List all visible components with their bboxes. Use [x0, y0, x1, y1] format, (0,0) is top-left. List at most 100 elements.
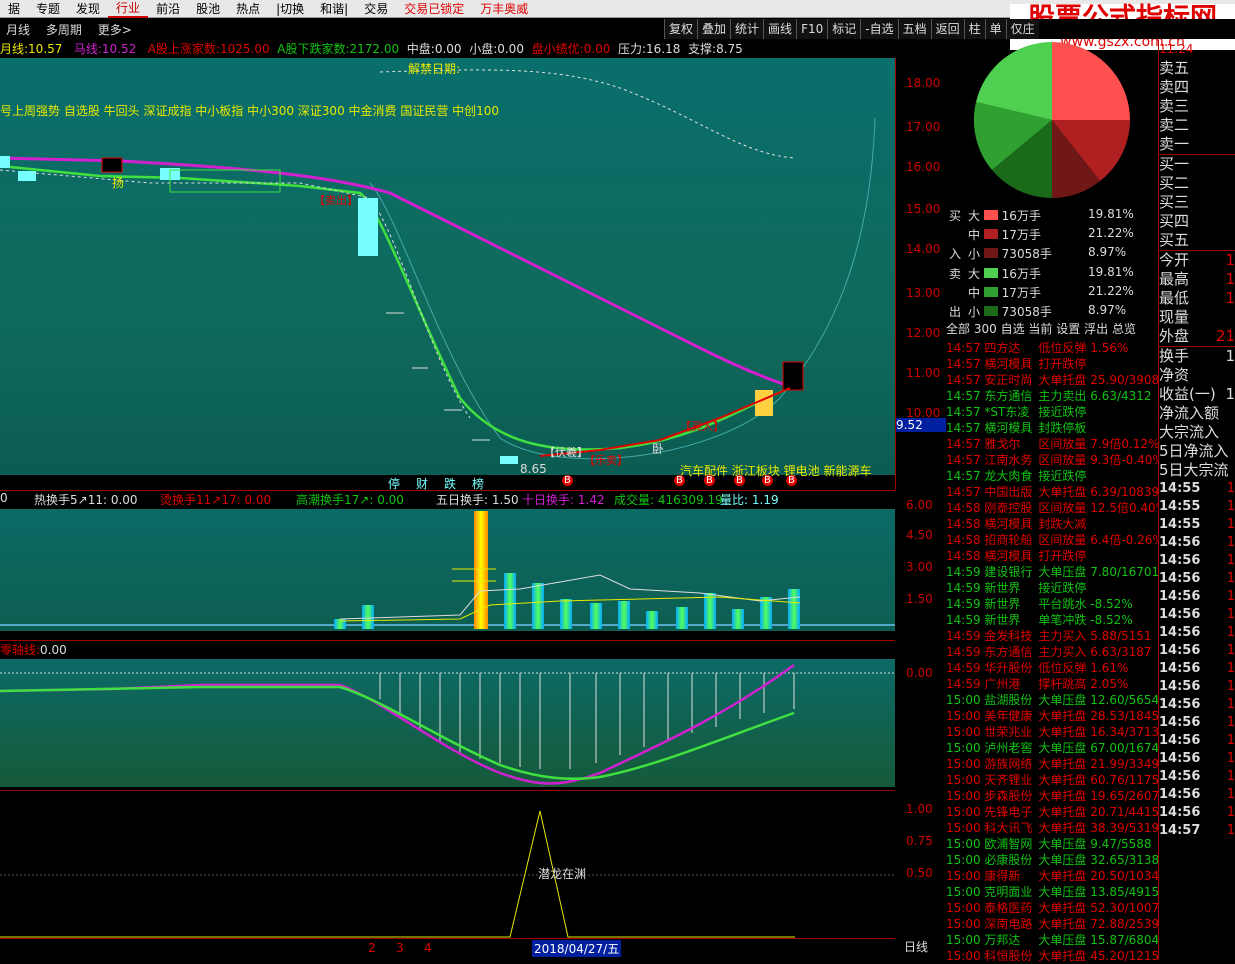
b-mark[interactable]: B — [734, 475, 745, 486]
tool-button[interactable]: F10 — [796, 19, 828, 39]
period-month-button[interactable]: 月线 — [0, 23, 36, 37]
more-button[interactable]: 更多> — [92, 23, 138, 37]
qianlong-label: 潜龙在渊 — [538, 867, 587, 881]
tab-300[interactable]: 300 — [974, 322, 997, 336]
qianlong-chart[interactable]: 潜龙在渊 — [0, 790, 895, 938]
period-label[interactable]: 日线 — [904, 938, 928, 955]
ticker-row[interactable]: 14:59 建设银行 大单压盘 7.80/16701 — [946, 564, 1158, 580]
menu-item[interactable]: 据 — [0, 0, 28, 17]
tool-button[interactable]: 仅庄 — [1005, 19, 1039, 39]
ticker-row[interactable]: 15:00 美年健康 大单托盘 28.53/1845 — [946, 708, 1158, 724]
tool-button[interactable]: 统计 — [730, 19, 764, 39]
alert-ticker[interactable]: 14:57 四方达 低位反弹 1.56% 14:57 横河模具 打开跌停 14:57 安… — [946, 340, 1158, 963]
ticker-row[interactable]: 14:58 横河模具 封跌大减 — [946, 516, 1158, 532]
tool-button[interactable]: -自选 — [860, 19, 898, 39]
menu-item[interactable]: |切换 — [268, 0, 312, 17]
tool-button[interactable]: 画线 — [763, 19, 797, 39]
ticker-row[interactable]: 14:58 刚泰控股 区间放量 12.5倍0.40% — [946, 500, 1158, 516]
ticker-row[interactable]: 15:00 克明面业 大单压盘 13.85/4915 — [946, 884, 1158, 900]
ticker-row[interactable]: 14:57 中国出版 大单托盘 6.39/10839 — [946, 484, 1158, 500]
tab-float[interactable]: 浮出 — [1084, 322, 1108, 336]
tool-button[interactable]: 五档 — [897, 19, 931, 39]
signal-le: 【乐卖】 — [584, 454, 628, 467]
menu-item[interactable]: 股池 — [188, 0, 228, 17]
zero-svg — [0, 663, 895, 785]
ticker-row[interactable]: 14:59 华升股份 低位反弹 1.61% — [946, 660, 1158, 676]
ticker-time: 14:58 — [946, 533, 981, 547]
b-mark[interactable]: B — [674, 475, 685, 486]
kline-chart[interactable]: 解禁日期: 号上周强势 自选股 牛回头 深证成指 中小板指 中小300 深证30… — [0, 58, 895, 478]
menu-item[interactable]: 和谐| — [312, 0, 356, 17]
menu-item-active[interactable]: 行业 — [108, 0, 149, 18]
ticker-row[interactable]: 14:59 广州港 撑杆跳高 2.05% — [946, 676, 1158, 692]
menu-item[interactable]: 专题 — [28, 0, 68, 17]
ticker-row[interactable]: 15:00 康得新 大单托盘 20.50/10343 — [946, 868, 1158, 884]
price-tick: 12.00 — [906, 326, 941, 340]
ticker-row[interactable]: 14:57 安正时尚 大单托盘 25.90/3908 — [946, 372, 1158, 388]
ticker-row[interactable]: 15:00 先锋电子 大单托盘 20.71/4415 — [946, 804, 1158, 820]
ticker-row[interactable]: 14:59 金发科技 主力买入 5.88/5151 — [946, 628, 1158, 644]
ticker-row[interactable]: 14:59 新世界 接近跌停 — [946, 580, 1158, 596]
ticker-time: 14:57 — [946, 437, 981, 451]
b-mark[interactable]: B — [562, 475, 573, 486]
ticker-row[interactable]: 15:00 泸州老窖 大单压盘 67.00/1674 — [946, 740, 1158, 756]
climax-turnover-value: 0.00 — [377, 493, 404, 507]
ticker-row[interactable]: 15:00 泰格医药 大单托盘 52.30/1007 — [946, 900, 1158, 916]
ticker-row[interactable]: 15:00 世荣兆业 大单托盘 16.34/3713 — [946, 724, 1158, 740]
menu-item[interactable]: 前沿 — [148, 0, 188, 17]
volume-chart[interactable] — [0, 509, 895, 631]
b-mark[interactable]: B — [704, 475, 715, 486]
tab-all[interactable]: 全部 — [946, 322, 970, 336]
ticker-row[interactable]: 14:57 *ST东凌 接近跌停 — [946, 404, 1158, 420]
tab-settings[interactable]: 设置 — [1056, 322, 1080, 336]
ticker-row[interactable]: 15:00 科大讯飞 大单托盘 38.39/5319 — [946, 820, 1158, 836]
indices-list[interactable]: 号上周强势 自选股 牛回头 深证成指 中小板指 中小300 深证300 中金消费… — [0, 102, 499, 119]
menu-item[interactable]: 热点 — [228, 0, 268, 17]
ticker-row[interactable]: 14:57 东方通信 主力卖出 6.63/4312 — [946, 388, 1158, 404]
tick-time-row: 14:56 1 — [1159, 768, 1235, 786]
ticker-row[interactable]: 15:00 天齐锂业 大单托盘 60.76/1175 — [946, 772, 1158, 788]
ticker-action: 主力买入 6.63/3187 — [1038, 645, 1152, 659]
volume-bar — [732, 609, 744, 629]
tool-button[interactable]: 叠加 — [697, 19, 731, 39]
tool-button[interactable]: 复权 — [664, 19, 698, 39]
tool-button[interactable]: 单 — [984, 19, 1006, 39]
b-mark[interactable]: B — [786, 475, 797, 486]
tick-price: 1 — [1226, 625, 1235, 640]
pie-svg — [973, 41, 1130, 199]
ticker-row[interactable]: 15:00 必康股份 大单压盘 32.65/3138 — [946, 852, 1158, 868]
ticker-row[interactable]: 14:57 江南水务 区间放量 9.3倍-0.40% — [946, 452, 1158, 468]
ticker-row[interactable]: 14:57 龙大肉食 接近跌停 — [946, 468, 1158, 484]
zero-axis-chart[interactable] — [0, 659, 895, 787]
menu-item[interactable]: 发现 — [68, 0, 108, 17]
multi-period-button[interactable]: 多周期 — [40, 23, 88, 37]
tick-time: 14:56 — [1159, 535, 1201, 550]
ticker-row[interactable]: 15:00 欧浦智网 大单压盘 9.47/5588 — [946, 836, 1158, 852]
tool-button[interactable]: 返回 — [930, 19, 964, 39]
tab-overview[interactable]: 总览 — [1112, 322, 1136, 336]
menu-item[interactable]: 交易 — [356, 0, 396, 17]
ticker-row[interactable]: 14:59 东方通信 主力买入 6.63/3187 — [946, 644, 1158, 660]
ticker-row[interactable]: 15:00 万邦达 大单压盘 15.87/6804 — [946, 932, 1158, 948]
ticker-row[interactable]: 14:57 雅戈尔 区间放量 7.9倍0.12% — [946, 436, 1158, 452]
tick-time-row: 14:56 1 — [1159, 750, 1235, 768]
tab-watchlist[interactable]: 自选 — [1001, 322, 1025, 336]
tick-time: 14:57 — [1159, 823, 1201, 838]
tab-current[interactable]: 当前 — [1028, 322, 1052, 336]
ticker-row[interactable]: 14:59 新世界 单笔冲跌 -8.52% — [946, 612, 1158, 628]
ticker-row[interactable]: 14:57 横河模具 打开跌停 — [946, 356, 1158, 372]
volume: 成交量: 416309.19 — [614, 491, 723, 508]
ticker-row[interactable]: 14:57 横河模具 封跌停板 — [946, 420, 1158, 436]
ticker-row[interactable]: 15:00 步森股份 大单托盘 19.65/2607 — [946, 788, 1158, 804]
ticker-row[interactable]: 14:58 横河模具 打开跌停 — [946, 548, 1158, 564]
ticker-row[interactable]: 15:00 深南电路 大单托盘 72.88/2539 — [946, 916, 1158, 932]
b-mark[interactable]: B — [762, 475, 773, 486]
tool-button[interactable]: 柱 — [963, 19, 985, 39]
ticker-row[interactable]: 15:00 科恒股份 大单托盘 45.20/1215 — [946, 948, 1158, 964]
ticker-row[interactable]: 14:58 招商轮船 区间放量 6.4倍-0.26% — [946, 532, 1158, 548]
tool-button[interactable]: 标记 — [827, 19, 861, 39]
ticker-row[interactable]: 14:59 新世界 平台跳水 -8.52% — [946, 596, 1158, 612]
ticker-row[interactable]: 15:00 盐湖股份 大单压盘 12.60/5654 — [946, 692, 1158, 708]
ticker-row[interactable]: 15:00 游族网络 大单托盘 21.99/3349 — [946, 756, 1158, 772]
ticker-row[interactable]: 14:57 四方达 低位反弹 1.56% — [946, 340, 1158, 356]
